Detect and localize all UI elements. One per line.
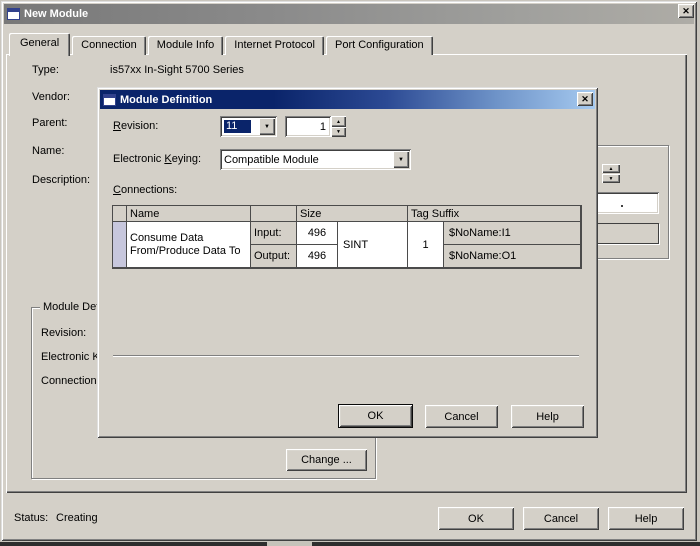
revision-label: Revision: xyxy=(113,120,158,132)
spin-up-icon: ▲ xyxy=(609,166,614,172)
module-definition-dialog: Module Definition ✕ Revision: 11 ▼ 1 ▲ ▼… xyxy=(97,87,598,438)
type-label: Type: xyxy=(32,64,59,76)
modal-window-title: Module Definition xyxy=(120,94,212,106)
header-selector-cell xyxy=(113,206,127,222)
instance-cell[interactable]: 1 xyxy=(408,222,444,268)
parent-label: Parent: xyxy=(32,117,67,129)
revision-major-dropdown-button[interactable]: ▼ xyxy=(259,118,275,135)
title-bar: New Module xyxy=(4,4,694,24)
revision-minor-field[interactable]: 1 xyxy=(285,116,331,137)
modal-help-button[interactable]: Help xyxy=(511,405,584,428)
spin-down-button[interactable]: ▼ xyxy=(602,174,620,183)
electronic-keying-value: Compatible Module xyxy=(224,154,319,166)
input-label-cell: Input: xyxy=(251,222,297,245)
window-title: New Module xyxy=(24,8,88,20)
taskbar-segment xyxy=(267,542,312,546)
chevron-down-icon: ▼ xyxy=(398,157,404,163)
window-icon xyxy=(7,8,20,20)
output-label-cell: Output: xyxy=(251,245,297,268)
header-name: Name xyxy=(127,206,251,222)
tab-internet-protocol[interactable]: Internet Protocol xyxy=(225,36,324,55)
modal-window-icon xyxy=(103,94,116,106)
modal-title-bar: Module Definition xyxy=(100,90,595,109)
status-value: Creating xyxy=(56,512,98,524)
revision-minor-spin-up[interactable]: ▲ xyxy=(331,116,346,127)
ok-button[interactable]: OK xyxy=(438,507,514,530)
tab-connection[interactable]: Connection xyxy=(72,36,146,55)
tab-port-configuration[interactable]: Port Configuration xyxy=(326,36,433,55)
electronic-keying-dropdown-button[interactable]: ▼ xyxy=(393,151,409,168)
description-label: Description: xyxy=(32,174,90,186)
connections-summary-label: Connections: xyxy=(41,375,105,387)
connections-label: Connections: xyxy=(113,184,177,196)
spin-down-icon: ▼ xyxy=(336,129,341,135)
connection-name-cell[interactable]: Consume Data From/Produce Data To xyxy=(127,222,251,268)
header-size: Size xyxy=(297,206,408,222)
output-size-cell[interactable]: 496 xyxy=(297,245,338,268)
input-size-cell[interactable]: 496 xyxy=(297,222,338,245)
electronic-keying-label: Electronic Keying: xyxy=(113,153,201,165)
spin-down-icon: ▼ xyxy=(609,176,614,182)
help-button[interactable]: Help xyxy=(608,507,684,530)
address-dot xyxy=(621,205,623,207)
close-icon: ✕ xyxy=(682,6,690,17)
data-type-cell[interactable]: SINT xyxy=(338,222,408,268)
status-label: Status: xyxy=(14,512,48,524)
revision-major-combobox[interactable]: 11 ▼ xyxy=(220,116,277,137)
chevron-down-icon: ▼ xyxy=(264,124,270,130)
electronic-keying-combobox[interactable]: Compatible Module ▼ xyxy=(220,149,411,170)
row-selector-cell[interactable] xyxy=(113,222,127,268)
name-label: Name: xyxy=(32,145,64,157)
cancel-button[interactable]: Cancel xyxy=(523,507,599,530)
revision-minor-spin-down[interactable]: ▼ xyxy=(331,127,346,137)
spin-up-icon: ▲ xyxy=(336,119,341,125)
type-value: is57xx In-Sight 5700 Series xyxy=(110,64,244,76)
header-blank xyxy=(251,206,297,222)
tab-strip: General Connection Module Info Internet … xyxy=(9,33,435,55)
revision-summary-label: Revision: xyxy=(41,327,86,339)
modal-ok-button[interactable]: OK xyxy=(338,404,413,428)
spin-up-button[interactable]: ▲ xyxy=(602,164,620,173)
output-tag-suffix-cell[interactable]: $NoName:O1 xyxy=(444,245,581,268)
input-tag-suffix-cell[interactable]: $NoName:I1 xyxy=(444,222,581,245)
close-button[interactable]: ✕ xyxy=(678,4,694,18)
separator xyxy=(113,355,579,357)
modal-close-button[interactable]: ✕ xyxy=(577,92,593,106)
revision-major-value: 11 xyxy=(224,120,251,133)
taskbar-strip xyxy=(0,542,700,546)
change-button[interactable]: Change ... xyxy=(286,449,367,471)
connections-table: Name Size Tag Suffix Consume Data From/P… xyxy=(112,205,582,269)
tab-general[interactable]: General xyxy=(9,33,70,56)
modal-cancel-button[interactable]: Cancel xyxy=(425,405,498,428)
tab-module-info[interactable]: Module Info xyxy=(148,36,223,55)
header-tag-suffix: Tag Suffix xyxy=(408,206,581,222)
vendor-label: Vendor: xyxy=(32,91,70,103)
revision-minor-value: 1 xyxy=(320,121,326,133)
modal-close-icon: ✕ xyxy=(581,94,589,105)
